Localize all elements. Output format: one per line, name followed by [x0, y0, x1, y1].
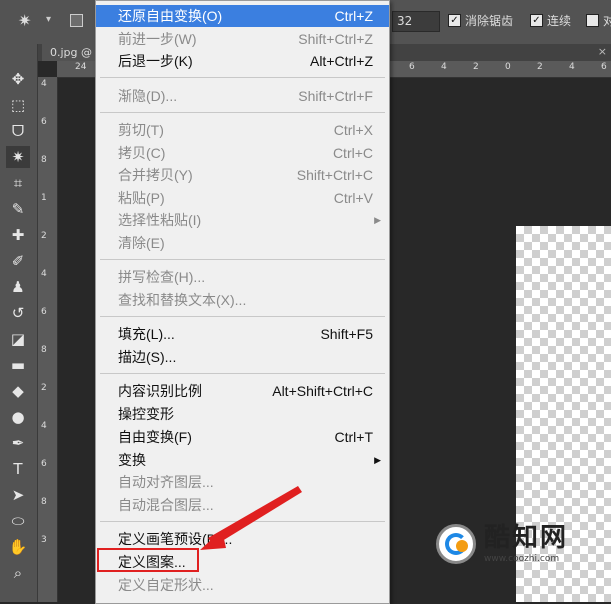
tolerance-input[interactable]: 32 — [392, 11, 440, 32]
document-tab[interactable]: 0.jpg @ — [42, 44, 101, 61]
healing-brush-icon[interactable]: ✚ — [6, 224, 30, 246]
checkbox-icon — [586, 14, 599, 27]
tool-preset-dropdown-icon[interactable]: ▾ — [46, 14, 51, 25]
ruler-label: 2 — [537, 62, 543, 72]
watermark-url: www.coozhi.com — [484, 554, 560, 564]
menu-item-transform[interactable]: 变换 ▶ — [96, 449, 389, 471]
toolbox: ✥ ⬚ ᗜ ✷ ⌗ ✎ ✚ ✐ ♟ ↺ ◪ ▬ ◆ ● ✒ T ➤ ⬭ ✋ ⌕ — [0, 44, 38, 602]
ruler-label: 2 — [41, 383, 47, 393]
menu-separator — [100, 77, 385, 78]
ruler-label: 1 — [41, 193, 47, 203]
menu-item-paste-special[interactable]: 选择性粘贴(I) ▶ — [96, 209, 389, 231]
menu-item-define-brush[interactable]: 定义画笔预设(B)... — [96, 528, 389, 550]
sample-all-layers-label: 对 — [603, 14, 611, 28]
ruler-label: 8 — [41, 155, 47, 165]
history-brush-icon[interactable]: ↺ — [6, 302, 30, 324]
antialias-checkbox[interactable]: ✓ 消除锯齿 — [448, 12, 513, 29]
ruler-label: 2 — [473, 62, 479, 72]
ruler-label: 2 — [41, 231, 47, 241]
menu-item-cut[interactable]: 剪切(T) Ctrl+X — [96, 119, 389, 141]
type-icon[interactable]: T — [6, 458, 30, 480]
menu-item-paste[interactable]: 粘贴(P) Ctrl+V — [96, 187, 389, 209]
eraser-icon[interactable]: ◪ — [6, 328, 30, 350]
menu-item-auto-align-layers[interactable]: 自动对齐图层... — [96, 471, 389, 493]
ruler-label: 4 — [569, 62, 575, 72]
menu-item-step-forward[interactable]: 前进一步(W) Shift+Ctrl+Z — [96, 28, 389, 50]
watermark: 酷知网 www.coozhi.com — [436, 515, 604, 573]
ruler-label: 4 — [41, 421, 47, 431]
menu-item-copy[interactable]: 拷贝(C) Ctrl+C — [96, 142, 389, 164]
submenu-arrow-icon: ▶ — [374, 455, 381, 465]
vertical-ruler: 4 6 8 1 2 4 6 8 2 4 6 8 3 — [38, 77, 58, 602]
menu-separator — [100, 259, 385, 260]
clone-stamp-icon[interactable]: ♟ — [6, 276, 30, 298]
menu-item-find-replace[interactable]: 查找和替换文本(X)... — [96, 289, 389, 311]
menu-item-copy-merged[interactable]: 合并拷贝(Y) Shift+Ctrl+C — [96, 164, 389, 186]
magic-wand-icon[interactable]: ✷ — [18, 10, 42, 32]
ruler-label: 6 — [601, 62, 607, 72]
menu-item-spell-check[interactable]: 拼写检查(H)... — [96, 266, 389, 288]
ruler-label: 4 — [41, 79, 47, 89]
coozhi-logo-icon — [436, 524, 476, 564]
selection-mode-icon[interactable] — [70, 14, 83, 27]
shape-icon[interactable]: ⬭ — [6, 510, 30, 532]
ruler-label: 8 — [41, 497, 47, 507]
magic-wand-icon[interactable]: ✷ — [6, 146, 30, 168]
menu-item-step-backward[interactable]: 后退一步(K) Alt+Ctrl+Z — [96, 50, 389, 72]
dodge-icon[interactable]: ● — [6, 406, 30, 428]
gradient-icon[interactable]: ▬ — [6, 354, 30, 376]
antialias-label: 消除锯齿 — [465, 14, 514, 28]
marquee-icon[interactable]: ⬚ — [6, 94, 30, 116]
contiguous-label: 连续 — [547, 14, 572, 28]
brush-icon[interactable]: ✐ — [6, 250, 30, 272]
crop-icon[interactable]: ⌗ — [6, 172, 30, 194]
lasso-icon[interactable]: ᗜ — [6, 120, 30, 142]
contiguous-checkbox[interactable]: ✓ 连续 — [530, 12, 571, 29]
ruler-label: 24 — [75, 62, 87, 72]
annotation-highlight-box — [97, 548, 199, 572]
menu-item-puppet-warp[interactable]: 操控变形 — [96, 403, 389, 425]
menu-separator — [100, 521, 385, 522]
menu-separator — [100, 316, 385, 317]
ruler-label: 6 — [41, 459, 47, 469]
zoom-icon[interactable]: ⌕ — [6, 562, 30, 584]
checkbox-checked-icon: ✓ — [448, 14, 461, 27]
ruler-label: 3 — [41, 535, 47, 545]
menu-item-auto-blend-layers[interactable]: 自动混合图层... — [96, 494, 389, 516]
checkbox-checked-icon: ✓ — [530, 14, 543, 27]
move-icon[interactable]: ✥ — [6, 68, 30, 90]
ruler-label: 4 — [41, 269, 47, 279]
hand-icon[interactable]: ✋ — [6, 536, 30, 558]
ruler-label: 0 — [505, 62, 511, 72]
close-icon[interactable]: × — [598, 45, 607, 58]
blur-icon[interactable]: ◆ — [6, 380, 30, 402]
menu-item-fill[interactable]: 填充(L)... Shift+F5 — [96, 323, 389, 345]
ruler-label: 6 — [409, 62, 415, 72]
menu-separator — [100, 112, 385, 113]
menu-item-stroke[interactable]: 描边(S)... — [96, 346, 389, 368]
pen-icon[interactable]: ✒ — [6, 432, 30, 454]
menu-item-free-transform[interactable]: 自由变换(F) Ctrl+T — [96, 426, 389, 448]
path-selection-icon[interactable]: ➤ — [6, 484, 30, 506]
menu-item-define-custom-shape[interactable]: 定义自定形状... — [96, 574, 389, 596]
menu-item-fade[interactable]: 渐隐(D)... Shift+Ctrl+F — [96, 85, 389, 107]
ruler-label: 6 — [41, 117, 47, 127]
menu-item-clear[interactable]: 清除(E) — [96, 232, 389, 254]
ruler-label: 4 — [441, 62, 447, 72]
submenu-arrow-icon: ▶ — [374, 215, 381, 225]
sample-all-layers-checkbox[interactable]: 对 — [586, 12, 611, 29]
watermark-name: 酷知网 — [484, 523, 569, 553]
menu-separator — [100, 373, 385, 374]
menu-item-undo[interactable]: 还原自由变换(O) Ctrl+Z — [96, 5, 389, 27]
menu-item-content-aware-scale[interactable]: 内容识别比例 Alt+Shift+Ctrl+C — [96, 380, 389, 402]
edit-menu: 还原自由变换(O) Ctrl+Z 前进一步(W) Shift+Ctrl+Z 后退一步… — [95, 0, 390, 604]
ruler-label: 6 — [41, 307, 47, 317]
ruler-label: 8 — [41, 345, 47, 355]
eyedropper-icon[interactable]: ✎ — [6, 198, 30, 220]
